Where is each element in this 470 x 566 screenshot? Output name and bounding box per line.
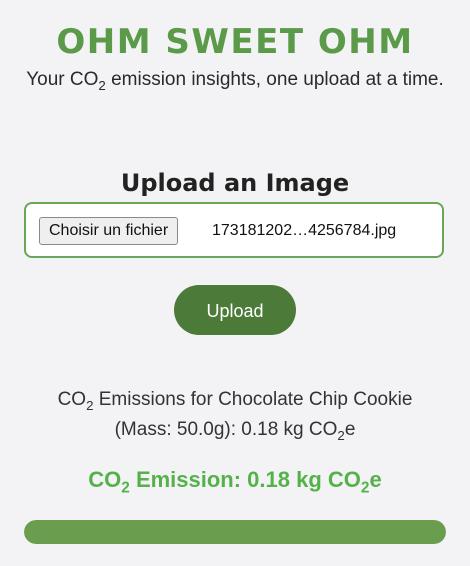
emission-progress-fill [24, 520, 446, 544]
upload-heading: Upload an Image [120, 169, 350, 197]
emission-description: CO2 Emissions for Chocolate Chip Cookie … [57, 389, 413, 443]
upload-button[interactable]: Upload [174, 285, 296, 335]
choose-file-button[interactable]: Choisir un fichier [39, 217, 179, 245]
selected-file-name: 173181202…4256784.jpg [212, 222, 397, 239]
file-input[interactable]: Choisir un fichier 173181202…4256784.jpg [24, 202, 444, 258]
app-page: OHM SWEET OHM Your CO2 emission insights… [0, 0, 470, 566]
app-tagline: Your CO2 emission insights, one upload a… [26, 69, 444, 93]
emission-result: CO2 Emission: 0.18 kg CO2e [88, 467, 382, 497]
app-title: OHM SWEET OHM [56, 22, 414, 62]
emission-progress-bar [24, 520, 446, 544]
